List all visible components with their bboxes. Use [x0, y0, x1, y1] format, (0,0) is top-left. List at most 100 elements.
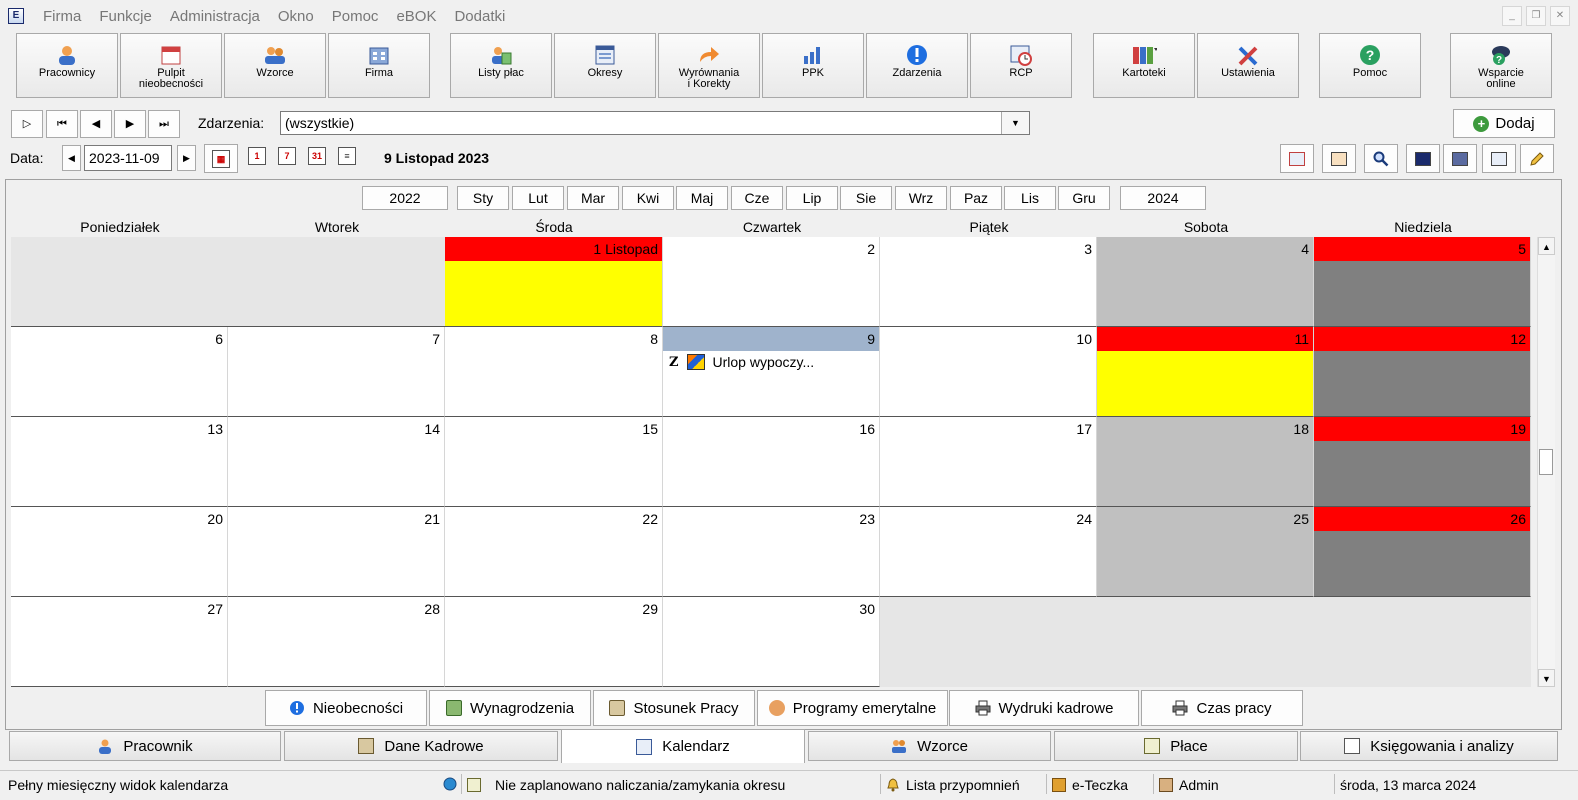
last-record-button[interactable]: ⏭: [148, 110, 180, 138]
day-cell[interactable]: 4: [1097, 237, 1314, 327]
day-cell[interactable]: 27: [11, 597, 228, 687]
day-cell[interactable]: 6: [11, 327, 228, 417]
tab-wzorce[interactable]: Wzorce: [808, 731, 1051, 761]
day-cell[interactable]: 22: [445, 507, 663, 597]
month-button-cze[interactable]: Cze: [731, 186, 783, 210]
programy-emerytalne-button[interactable]: Programy emerytalne: [757, 690, 948, 726]
wydruki-kadrowe-button[interactable]: Wydruki kadrowe: [949, 690, 1139, 726]
day-cell[interactable]: 26: [1314, 507, 1531, 597]
toolbar-button-pomoc[interactable]: ? Pomoc: [1319, 33, 1421, 98]
prev-record-button[interactable]: ◀: [80, 110, 112, 138]
month-button-lis[interactable]: Lis: [1004, 186, 1056, 210]
day-cell[interactable]: 14: [228, 417, 445, 507]
toolbar-button-rcp[interactable]: RCP: [970, 33, 1072, 98]
stosunek-pracy-button[interactable]: Stosunek Pracy: [593, 690, 755, 726]
toolbar-button-kartoteki[interactable]: Kartoteki: [1093, 33, 1195, 98]
day-cell[interactable]: 24: [880, 507, 1097, 597]
calendar-event[interactable]: Z Urlop wypoczy...: [669, 354, 814, 370]
pick-date-button[interactable]: ▦: [204, 144, 238, 173]
day-cell[interactable]: 16: [663, 417, 880, 507]
list-view-icon[interactable]: ≡: [338, 147, 356, 165]
status-user[interactable]: Admin: [1159, 774, 1219, 796]
toolbar-button-listy-plac[interactable]: Listy płac: [450, 33, 552, 98]
close-icon[interactable]: ✕: [1550, 6, 1570, 26]
day-cell[interactable]: 1 Listopad: [445, 237, 663, 327]
import-button[interactable]: [1443, 144, 1477, 173]
prev-year-button[interactable]: 2022: [362, 186, 448, 210]
month-button-mar[interactable]: Mar: [567, 186, 619, 210]
day-cell[interactable]: 9 Z Urlop wypoczy...: [663, 327, 880, 417]
tab-kalendarz[interactable]: Kalendarz: [561, 729, 805, 763]
day-cell[interactable]: 7: [228, 327, 445, 417]
events-filter-select[interactable]: (wszystkie) ▼: [280, 111, 1030, 135]
month-button-kwi[interactable]: Kwi: [622, 186, 674, 210]
day-cell[interactable]: 3: [880, 237, 1097, 327]
day-cell[interactable]: 21: [228, 507, 445, 597]
schedule-button[interactable]: [1482, 144, 1516, 173]
status-reminders[interactable]: Lista przypomnień: [886, 774, 1020, 796]
toolbar-button-wsparcie[interactable]: ? Wsparcie online: [1450, 33, 1552, 98]
scroll-down-icon[interactable]: ▼: [1538, 669, 1555, 687]
toolbar-button-ustawienia[interactable]: Ustawienia: [1197, 33, 1299, 98]
month-button-maj[interactable]: Maj: [676, 186, 728, 210]
date-input[interactable]: 2023-11-09: [84, 145, 172, 171]
restore-icon[interactable]: ❐: [1526, 6, 1546, 26]
search-button[interactable]: [1364, 144, 1398, 173]
toolbar-button-pulpit[interactable]: Pulpit nieobecności: [120, 33, 222, 98]
toolbar-button-wyrownania[interactable]: Wyrównania i Korekty: [658, 33, 760, 98]
month-view-icon[interactable]: 31: [308, 147, 326, 165]
vertical-scrollbar[interactable]: ▲ ▼: [1537, 237, 1555, 687]
chart-button[interactable]: [1322, 144, 1356, 173]
menu-okno[interactable]: Okno: [269, 8, 323, 25]
status-period[interactable]: Nie zaplanowano naliczania/zamykania okr…: [467, 774, 785, 796]
tab-pracownik[interactable]: Pracownik: [9, 731, 281, 761]
toolbar-button-okresy[interactable]: Okresy: [554, 33, 656, 98]
day-cell[interactable]: 19: [1314, 417, 1531, 507]
scroll-thumb[interactable]: [1539, 449, 1553, 475]
day-cell[interactable]: 12: [1314, 327, 1531, 417]
day-cell[interactable]: 15: [445, 417, 663, 507]
add-button[interactable]: + Dodaj: [1453, 109, 1555, 138]
export-button[interactable]: [1406, 144, 1440, 173]
toolbar-button-wzorce[interactable]: Wzorce: [224, 33, 326, 98]
menu-firma[interactable]: Firma: [34, 8, 90, 25]
tab-place[interactable]: Płace: [1054, 731, 1298, 761]
month-button-lut[interactable]: Lut: [512, 186, 564, 210]
menu-funkcje[interactable]: Funkcje: [90, 8, 161, 25]
day-cell[interactable]: 10: [880, 327, 1097, 417]
edit-button[interactable]: [1520, 144, 1554, 173]
menu-pomoc[interactable]: Pomoc: [323, 8, 388, 25]
menu-administracja[interactable]: Administracja: [161, 8, 269, 25]
toolbar-button-firma[interactable]: Firma: [328, 33, 430, 98]
week-view-icon[interactable]: 7: [278, 147, 296, 165]
minimize-icon[interactable]: _: [1502, 6, 1522, 26]
day-cell[interactable]: 18: [1097, 417, 1314, 507]
toolbar-button-pracownicy[interactable]: Pracownicy: [16, 33, 118, 98]
day-cell[interactable]: 13: [11, 417, 228, 507]
date-prev-button[interactable]: ◀: [62, 145, 81, 171]
nieobecnosci-button[interactable]: Nieobecności: [265, 690, 427, 726]
toolbar-button-ppk[interactable]: PPK: [762, 33, 864, 98]
wynagrodzenia-button[interactable]: Wynagrodzenia: [429, 690, 591, 726]
month-button-gru[interactable]: Gru: [1058, 186, 1110, 210]
toolbar-button-zdarzenia[interactable]: Zdarzenia: [866, 33, 968, 98]
chevron-down-icon[interactable]: ▼: [1001, 112, 1029, 134]
month-button-paz[interactable]: Paz: [950, 186, 1002, 210]
app-icon[interactable]: E: [8, 8, 24, 24]
month-button-sie[interactable]: Sie: [840, 186, 892, 210]
day-cell[interactable]: 8: [445, 327, 663, 417]
scroll-up-icon[interactable]: ▲: [1538, 237, 1555, 255]
play-button[interactable]: ▷: [11, 110, 43, 138]
day-cell[interactable]: 23: [663, 507, 880, 597]
day-cell[interactable]: 28: [228, 597, 445, 687]
day-cell[interactable]: 30: [663, 597, 880, 687]
first-record-button[interactable]: ⏮: [46, 110, 78, 138]
next-year-button[interactable]: 2024: [1120, 186, 1206, 210]
day-cell[interactable]: 2: [663, 237, 880, 327]
day-cell[interactable]: 29: [445, 597, 663, 687]
tab-ksiegowania[interactable]: Księgowania i analizy: [1300, 731, 1558, 761]
menu-dodatki[interactable]: Dodatki: [445, 8, 514, 25]
month-button-wrz[interactable]: Wrz: [895, 186, 947, 210]
month-button-lip[interactable]: Lip: [786, 186, 838, 210]
menu-ebok[interactable]: eBOK: [387, 8, 445, 25]
